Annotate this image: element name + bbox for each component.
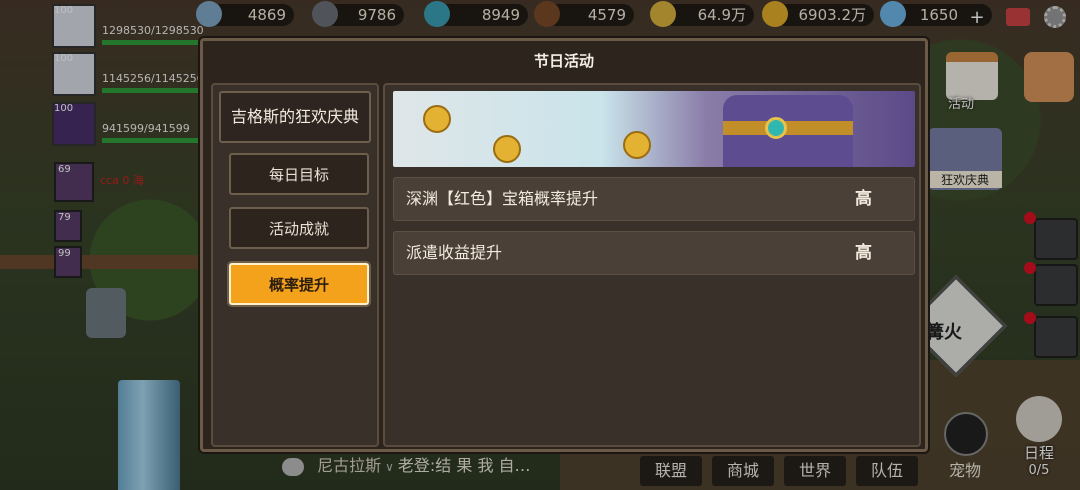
- tab-probability-boost[interactable]: 概率提升: [229, 263, 369, 305]
- gem-icon: [765, 117, 787, 139]
- modal-title: 节日活动: [533, 52, 594, 70]
- boost-level: 高: [855, 189, 872, 209]
- boost-label: 派遣收益提升: [406, 243, 503, 262]
- boost-row: 深渊【红色】宝箱概率提升 高: [393, 177, 915, 221]
- tab-event-achievements[interactable]: 活动成就: [229, 207, 369, 249]
- event-banner-image: [393, 91, 915, 167]
- boost-panel: 深渊【红色】宝箱概率提升 高 派遣收益提升 高: [383, 83, 921, 447]
- boost-level: 高: [855, 243, 872, 263]
- tab-daily-goals[interactable]: 每日目标: [229, 153, 369, 195]
- coin-icon: [493, 135, 521, 163]
- event-sidebar: 吉格斯的狂欢庆典 每日目标 活动成就 概率提升: [211, 83, 379, 447]
- boost-label: 深渊【红色】宝箱概率提升: [406, 189, 599, 208]
- bag-strap: [723, 121, 853, 135]
- festival-modal: 节日活动 吉格斯的狂欢庆典 每日目标 活动成就 概率提升 深渊【红色】宝箱概率提…: [200, 38, 928, 452]
- coin-icon: [423, 105, 451, 133]
- boost-row: 派遣收益提升 高: [393, 231, 915, 275]
- coin-icon: [623, 131, 651, 159]
- event-name[interactable]: 吉格斯的狂欢庆典: [219, 91, 371, 143]
